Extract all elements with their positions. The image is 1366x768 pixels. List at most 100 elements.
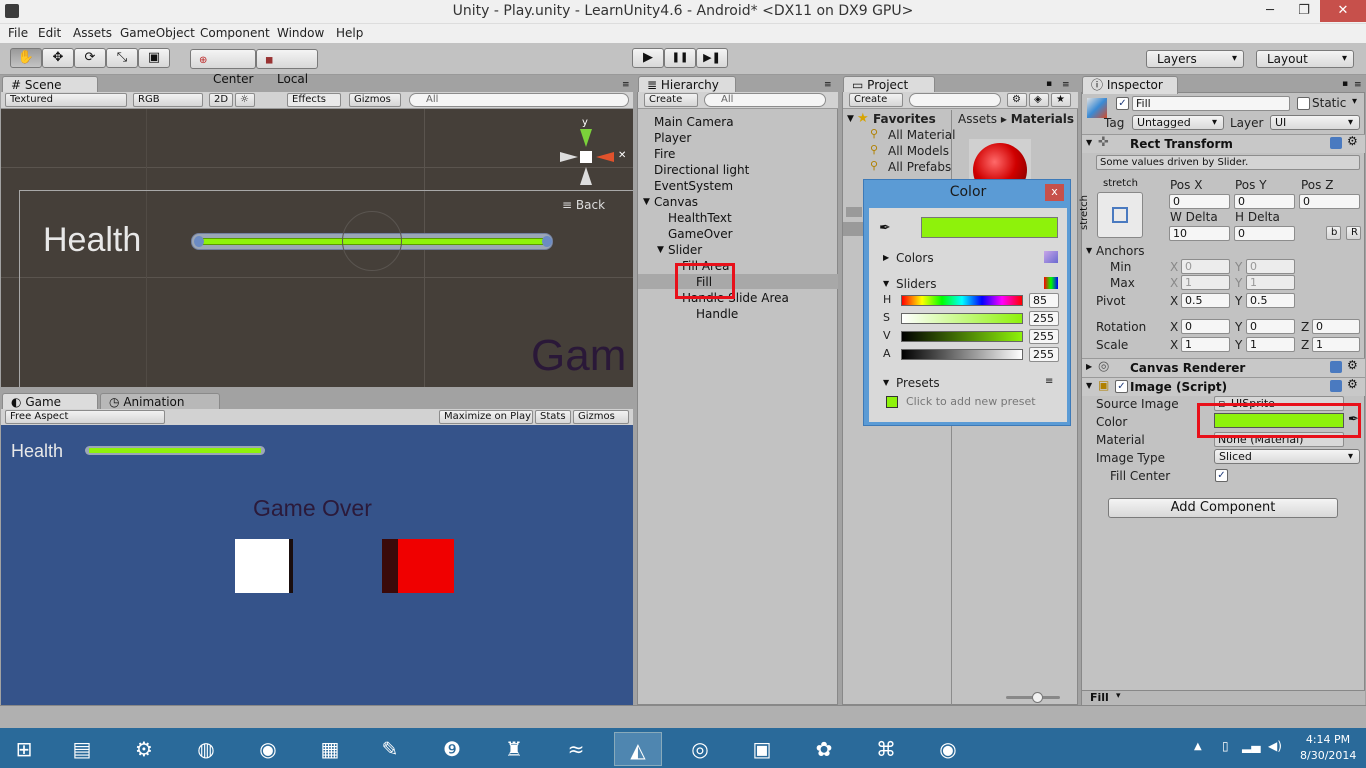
value-value-input[interactable]: 255 xyxy=(1029,329,1059,344)
battery-icon[interactable]: ▯ xyxy=(1222,739,1229,753)
clock-time[interactable]: 4:14 PM xyxy=(1300,733,1356,746)
object-name-input[interactable]: Fill xyxy=(1132,96,1290,111)
taskbar-app-paint[interactable]: ✿ xyxy=(800,732,848,766)
filter-label-button[interactable]: ◈ xyxy=(1029,93,1049,107)
menu-file[interactable]: File xyxy=(8,26,28,40)
hue-slider[interactable] xyxy=(901,295,1023,306)
anchor-max-y-input[interactable]: 1 xyxy=(1246,275,1295,290)
scene-gizmos-dropdown[interactable]: Gizmos xyxy=(349,93,401,107)
taskbar-app-media[interactable]: ❾ xyxy=(428,732,476,766)
aspect-dropdown[interactable]: Free Aspect xyxy=(5,410,165,424)
taskbar-app-control-panel[interactable]: ⚙ xyxy=(120,732,168,766)
pivot-center-button[interactable]: ⊕ Center xyxy=(190,49,256,86)
static-checkbox[interactable] xyxy=(1297,97,1310,110)
image-type-dropdown[interactable]: Sliced xyxy=(1214,449,1360,464)
taskbar-app-network[interactable]: ⌘ xyxy=(862,732,910,766)
rotation-y-input[interactable]: 0 xyxy=(1246,319,1295,334)
help-icon[interactable] xyxy=(1330,380,1342,392)
color-swatch[interactable] xyxy=(921,217,1058,238)
active-checkbox[interactable]: ✓ xyxy=(1116,97,1129,110)
render-mode-dropdown[interactable]: RGB xyxy=(133,93,203,107)
menu-window[interactable]: Window xyxy=(277,26,324,40)
signal-icon[interactable]: ▂▄ xyxy=(1242,739,1260,753)
pivot-y-input[interactable]: 0.5 xyxy=(1246,293,1295,308)
help-icon[interactable] xyxy=(1330,137,1342,149)
step-button[interactable]: ▶❚ xyxy=(696,48,728,68)
scale-y-input[interactable]: 1 xyxy=(1246,337,1295,352)
taskbar-app-notepad[interactable]: ✎ xyxy=(366,732,414,766)
hierarchy-create-dropdown[interactable]: Create xyxy=(644,93,698,107)
back-label[interactable]: ≡ Back xyxy=(562,198,605,212)
layout-dropdown[interactable]: Layout xyxy=(1256,50,1354,68)
play-button[interactable]: ▶ xyxy=(632,48,664,68)
presets-section[interactable]: Presets xyxy=(896,376,940,390)
saturation-slider[interactable] xyxy=(901,313,1023,324)
colors-section[interactable]: Colors xyxy=(896,251,934,265)
space-local-button[interactable]: ◼ Local xyxy=(256,49,318,86)
filter-type-button[interactable]: ⚙ xyxy=(1007,93,1027,107)
favorite-item[interactable]: All Material xyxy=(888,128,955,142)
zoom-slider-thumb[interactable] xyxy=(1032,692,1043,703)
menu-gameobject[interactable]: GameObject xyxy=(120,26,195,40)
favorite-item[interactable]: All Models xyxy=(888,144,949,158)
taskbar-app-office[interactable]: ▦ xyxy=(306,732,354,766)
hierarchy-item-main-camera[interactable]: Main Camera xyxy=(654,115,734,129)
value-slider[interactable] xyxy=(901,331,1023,342)
anchor-min-y-input[interactable]: 0 xyxy=(1246,259,1295,274)
h-delta-input[interactable]: 0 xyxy=(1234,226,1295,241)
rect-transform-header[interactable]: Rect Transform xyxy=(1082,134,1365,153)
footer-dropdown-icon[interactable]: ▾ xyxy=(1116,691,1121,701)
scene-search-input[interactable]: All xyxy=(409,93,629,107)
hierarchy-item-slider[interactable]: Slider xyxy=(668,243,702,257)
expand-arrow-icon[interactable]: ▼ xyxy=(847,114,854,124)
slider-mode-icon[interactable] xyxy=(1044,277,1058,289)
presets-menu-icon[interactable]: ≡ xyxy=(1045,376,1053,387)
alpha-value-input[interactable]: 255 xyxy=(1029,347,1059,362)
expand-arrow-icon[interactable]: ▼ xyxy=(657,245,664,255)
collapse-arrow-icon[interactable]: ▶ xyxy=(1086,362,1092,371)
raw-edit-button[interactable]: R xyxy=(1346,226,1361,240)
anchor-max-x-input[interactable]: 1 xyxy=(1181,275,1230,290)
shading-dropdown[interactable]: Textured xyxy=(5,93,127,107)
pos-x-input[interactable]: 0 xyxy=(1169,194,1230,209)
rect-tool-button[interactable]: ▣ xyxy=(138,48,170,68)
tab-inspector[interactable]: ⓘ Inspector xyxy=(1082,76,1178,94)
panel-menu-icon[interactable]: ≡ xyxy=(1062,80,1070,90)
add-preset-hint[interactable]: Click to add new preset xyxy=(906,395,1036,408)
gear-icon[interactable]: ⚙ xyxy=(1347,134,1358,148)
tag-dropdown[interactable]: Untagged xyxy=(1132,115,1224,130)
canvas-renderer-header[interactable]: Canvas Renderer xyxy=(1082,358,1365,377)
scene-view[interactable]: y ✕ ≡ Back Health Gam xyxy=(1,109,633,387)
project-create-dropdown[interactable]: Create xyxy=(849,93,903,107)
preset-swatch[interactable] xyxy=(886,396,898,408)
pivot-x-input[interactable]: 0.5 xyxy=(1181,293,1230,308)
menu-component[interactable]: Component xyxy=(200,26,270,40)
breadcrumb-root[interactable]: Assets xyxy=(958,112,997,126)
hierarchy-item-gameover[interactable]: GameOver xyxy=(668,227,733,241)
volume-icon[interactable]: ◀) xyxy=(1268,739,1282,753)
palette-icon[interactable] xyxy=(1044,251,1058,263)
close-button[interactable]: ✕ xyxy=(1320,0,1366,22)
w-delta-input[interactable]: 10 xyxy=(1169,226,1230,241)
minimize-button[interactable]: ─ xyxy=(1254,0,1286,22)
hierarchy-item-healthtext[interactable]: HealthText xyxy=(668,211,732,225)
gear-icon[interactable]: ⚙ xyxy=(1347,358,1358,372)
hand-tool-button[interactable]: ✋ xyxy=(10,48,42,68)
favorite-button[interactable]: ★ xyxy=(1051,93,1071,107)
menu-edit[interactable]: Edit xyxy=(38,26,61,40)
hierarchy-search-input[interactable]: All xyxy=(704,93,826,107)
gear-icon[interactable]: ⚙ xyxy=(1347,377,1358,391)
favorites-header[interactable]: Favorites xyxy=(873,112,936,126)
anchor-min-x-input[interactable]: 0 xyxy=(1181,259,1230,274)
anchor-preset-button[interactable] xyxy=(1097,192,1143,238)
eyedropper-icon[interactable]: ✒ xyxy=(879,220,891,236)
favorite-item[interactable]: All Prefabs xyxy=(888,160,951,174)
rotate-tool-button[interactable]: ⟳ xyxy=(74,48,106,68)
material-thumbnail[interactable] xyxy=(969,139,1031,183)
expand-arrow-icon[interactable]: ▶ xyxy=(883,253,889,262)
lock-icon[interactable]: ▪ xyxy=(1342,79,1348,89)
anchors-label[interactable]: Anchors xyxy=(1096,244,1145,258)
rotation-z-input[interactable]: 0 xyxy=(1312,319,1360,334)
taskbar-app-sg[interactable]: ▣ xyxy=(738,732,786,766)
add-component-button[interactable]: Add Component xyxy=(1108,498,1338,518)
